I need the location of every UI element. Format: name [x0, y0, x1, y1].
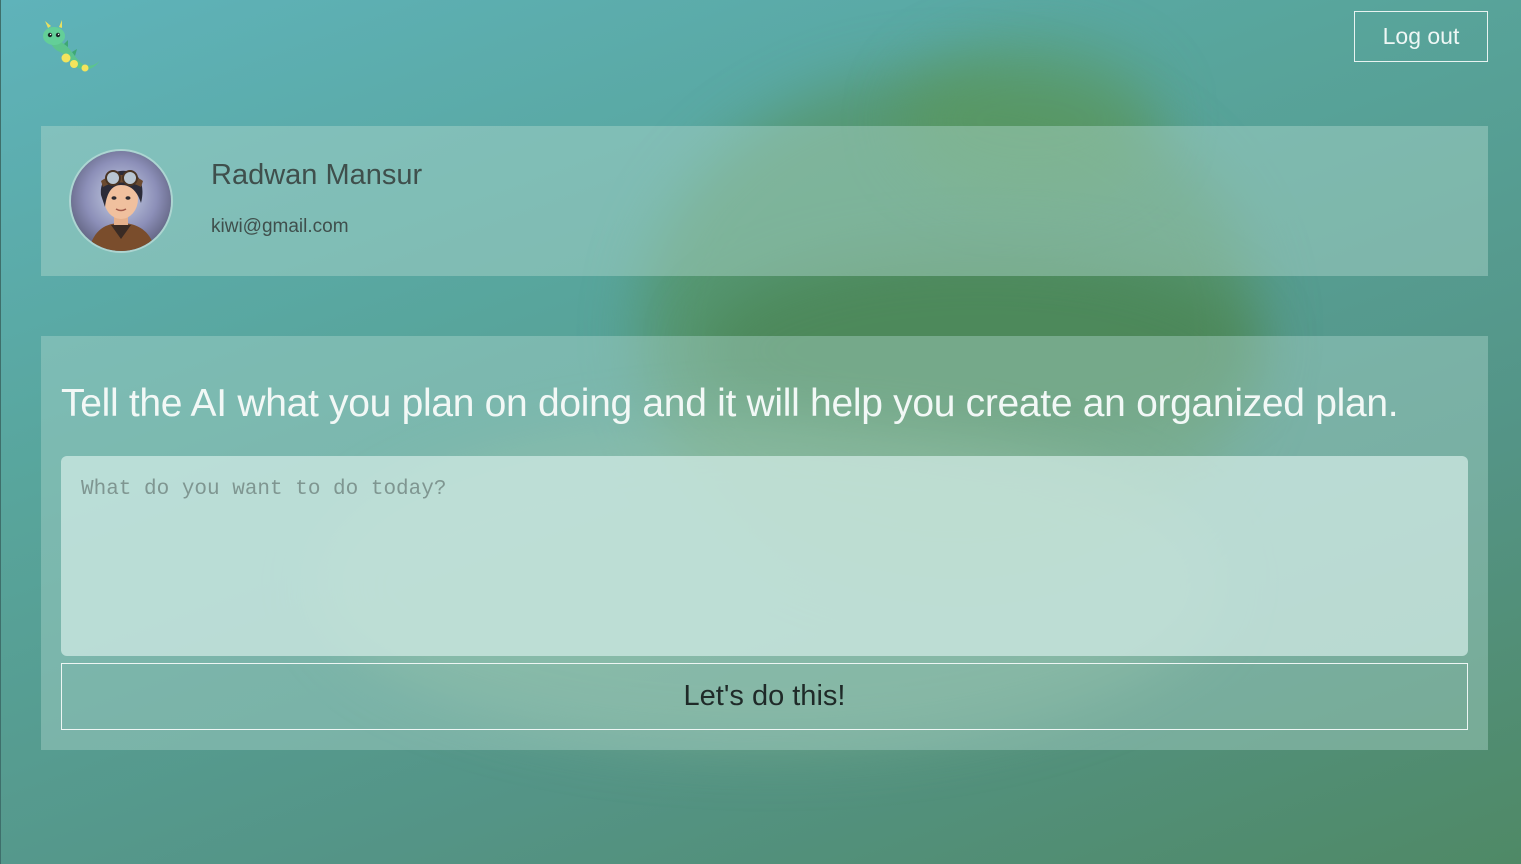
logout-button[interactable]: Log out — [1354, 11, 1488, 62]
user-portrait-icon — [71, 151, 171, 251]
plan-card: Tell the AI what you plan on doing and i… — [41, 336, 1488, 750]
submit-plan-button[interactable]: Let's do this! — [61, 663, 1468, 730]
dragon-icon — [43, 20, 100, 72]
dragon-mascot-logo[interactable] — [40, 20, 102, 78]
app-page: Log out Radwan Mansur kiwi@gmail.com Tel… — [0, 0, 1521, 864]
plan-input[interactable] — [61, 456, 1468, 656]
plan-headline: Tell the AI what you plan on doing and i… — [61, 382, 1399, 425]
user-name: Radwan Mansur — [211, 159, 423, 191]
window-edge — [0, 0, 1, 864]
user-email: kiwi@gmail.com — [211, 216, 349, 237]
profile-card: Radwan Mansur kiwi@gmail.com — [41, 126, 1488, 276]
avatar[interactable] — [71, 151, 171, 251]
